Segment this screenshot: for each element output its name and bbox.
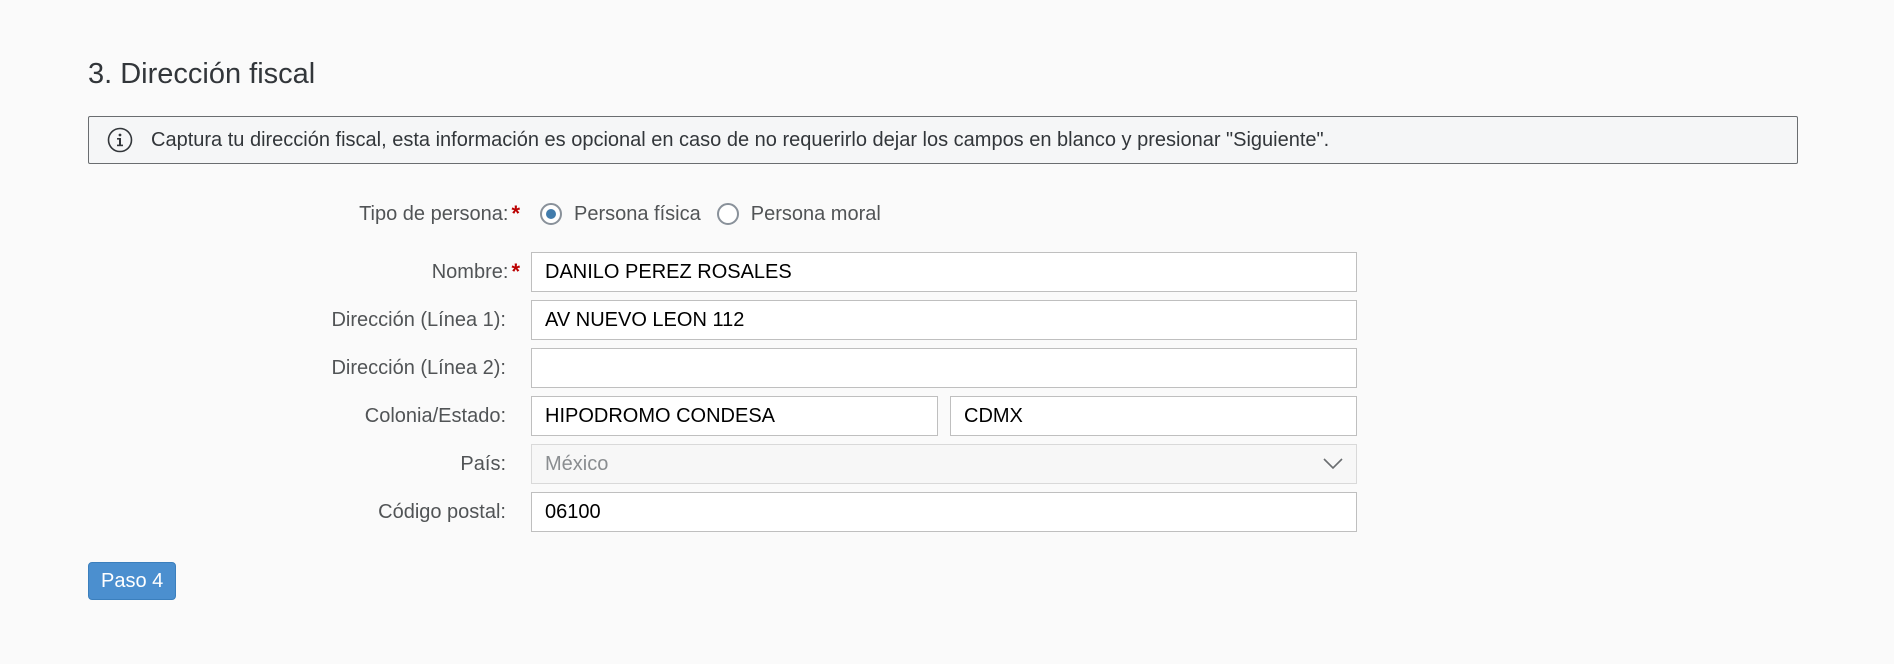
- paso-4-button[interactable]: Paso 4: [88, 562, 177, 600]
- tipo-persona-radio-group: Persona física Persona moral: [540, 194, 897, 234]
- required-mark: *: [511, 259, 520, 284]
- info-icon: [107, 127, 133, 153]
- estado-input[interactable]: CDMX: [950, 396, 1357, 436]
- codigo-postal-label: Código postal:: [378, 500, 506, 523]
- direccion2-input[interactable]: [531, 348, 1357, 388]
- radio-persona-fisica[interactable]: Persona física: [540, 203, 701, 226]
- radio-label-persona-fisica: Persona física: [574, 202, 701, 225]
- colonia-input[interactable]: HIPODROMO CONDESA: [531, 396, 938, 436]
- direccion1-label: Dirección (Línea 1):: [331, 308, 506, 331]
- direccion1-input[interactable]: AV NUEVO LEON 112: [531, 300, 1357, 340]
- info-message-strip: Captura tu dirección fiscal, esta inform…: [88, 116, 1798, 164]
- colonia-estado-label: Colonia/Estado:: [364, 404, 506, 427]
- tipo-persona-label: Tipo de persona: *: [359, 194, 520, 234]
- required-mark: *: [511, 201, 520, 226]
- direccion2-label: Dirección (Línea 2):: [331, 356, 506, 379]
- nombre-input[interactable]: DANILO PEREZ ROSALES: [531, 252, 1357, 292]
- radio-persona-moral[interactable]: Persona moral: [716, 202, 881, 226]
- pais-label: País:: [460, 452, 506, 475]
- radio-label-persona-moral: Persona moral: [750, 202, 881, 225]
- pais-select[interactable]: México: [531, 444, 1357, 484]
- pais-selected-value: México: [545, 452, 609, 475]
- page-title: 3. Dirección fiscal: [88, 58, 316, 90]
- info-message-text: Captura tu dirección fiscal, esta inform…: [151, 128, 1330, 151]
- radio-button-selected[interactable]: [540, 203, 562, 225]
- chevron-down-icon[interactable]: [1323, 458, 1343, 470]
- nombre-label: Nombre: *: [432, 252, 520, 292]
- tipo-persona-label-text: Tipo de persona:: [359, 202, 509, 225]
- nombre-label-text: Nombre:: [431, 260, 509, 283]
- codigo-postal-input[interactable]: 06100: [531, 492, 1357, 532]
- radio-button-unselected[interactable]: [716, 203, 739, 225]
